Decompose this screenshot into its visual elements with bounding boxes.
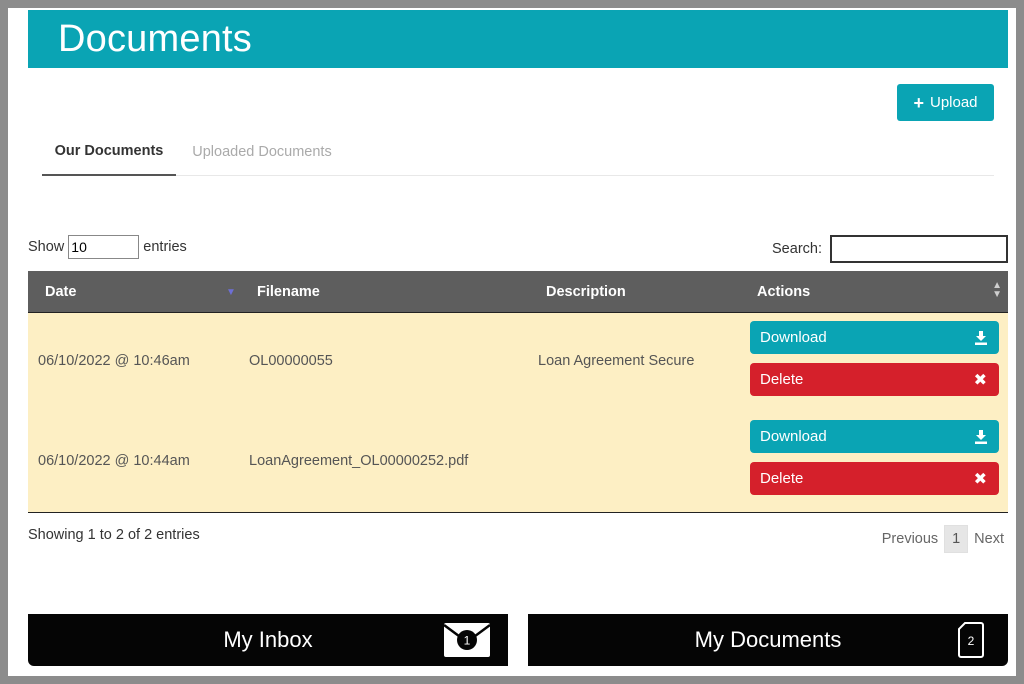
table-row: 06/10/2022 @ 10:46am OL00000055 Loan Agr…: [28, 313, 1008, 413]
download-icon: [975, 330, 987, 345]
page-button-1[interactable]: 1: [944, 525, 969, 553]
tab-our-documents[interactable]: Our Documents: [42, 128, 176, 176]
show-label: Show: [28, 239, 65, 255]
sort-descending-icon: ▼: [226, 287, 236, 298]
delete-button[interactable]: Delete ✖: [750, 462, 999, 495]
search-input[interactable]: [830, 235, 1008, 263]
column-header-description[interactable]: Description: [546, 271, 746, 313]
table-row: 06/10/2022 @ 10:44am LoanAgreement_OL000…: [28, 413, 1008, 513]
row-date: 06/10/2022 @ 10:46am: [38, 353, 190, 369]
tab-uploaded-documents[interactable]: Uploaded Documents: [176, 128, 348, 176]
my-inbox-label: My Inbox: [223, 627, 313, 652]
plus-icon: +: [913, 92, 924, 113]
sort-both-icon: ▲ ▼: [992, 280, 1002, 300]
download-icon: [975, 429, 987, 444]
download-button[interactable]: Download: [750, 321, 999, 354]
row-description: Loan Agreement Secure: [538, 353, 695, 369]
column-header-date[interactable]: Date: [45, 271, 245, 313]
upload-label: Upload: [929, 94, 978, 111]
document-icon: 2: [958, 622, 984, 658]
column-header-filename[interactable]: Filename: [257, 271, 457, 313]
documents-table: Date ▼ Filename Description Actions ▲ ▼ 0…: [28, 271, 1008, 513]
inbox-count: 1: [464, 634, 471, 648]
page-title: Documents: [58, 18, 252, 60]
documents-count: 2: [968, 634, 975, 648]
table-info: Showing 1 to 2 of 2 entries: [28, 527, 200, 543]
table-search: Search:: [772, 235, 1008, 263]
row-date: 06/10/2022 @ 10:44am: [38, 453, 190, 469]
column-header-actions[interactable]: Actions: [757, 271, 957, 313]
documents-page: Documents + Upload Our Documents Uploade…: [28, 10, 1008, 674]
table-header-row: Date ▼ Filename Description Actions ▲ ▼: [28, 271, 1008, 313]
next-page-button[interactable]: Next: [974, 531, 1004, 547]
row-filename: LoanAgreement_OL00000252.pdf: [249, 453, 469, 469]
document-tabs: Our Documents Uploaded Documents: [42, 128, 994, 176]
entries-length-control: Show entries: [28, 235, 187, 259]
download-button[interactable]: Download: [750, 420, 999, 453]
upload-button[interactable]: + Upload: [897, 84, 994, 121]
entries-label: entries: [143, 239, 187, 255]
my-documents-button[interactable]: My Documents 2: [528, 614, 1008, 666]
my-documents-label: My Documents: [694, 627, 842, 652]
pagination: Previous 1 Next: [882, 525, 1004, 553]
close-icon: ✖: [973, 470, 987, 488]
row-filename: OL00000055: [249, 353, 333, 369]
entries-per-page-input[interactable]: [68, 235, 140, 259]
my-inbox-button[interactable]: My Inbox 1: [28, 614, 508, 666]
page-header: Documents: [28, 10, 1008, 68]
envelope-icon: 1: [443, 623, 491, 657]
search-label: Search:: [772, 241, 822, 257]
delete-button[interactable]: Delete ✖: [750, 363, 999, 396]
close-icon: ✖: [973, 371, 987, 389]
table-body: 06/10/2022 @ 10:46am OL00000055 Loan Agr…: [28, 313, 1008, 513]
previous-page-button[interactable]: Previous: [882, 531, 938, 547]
